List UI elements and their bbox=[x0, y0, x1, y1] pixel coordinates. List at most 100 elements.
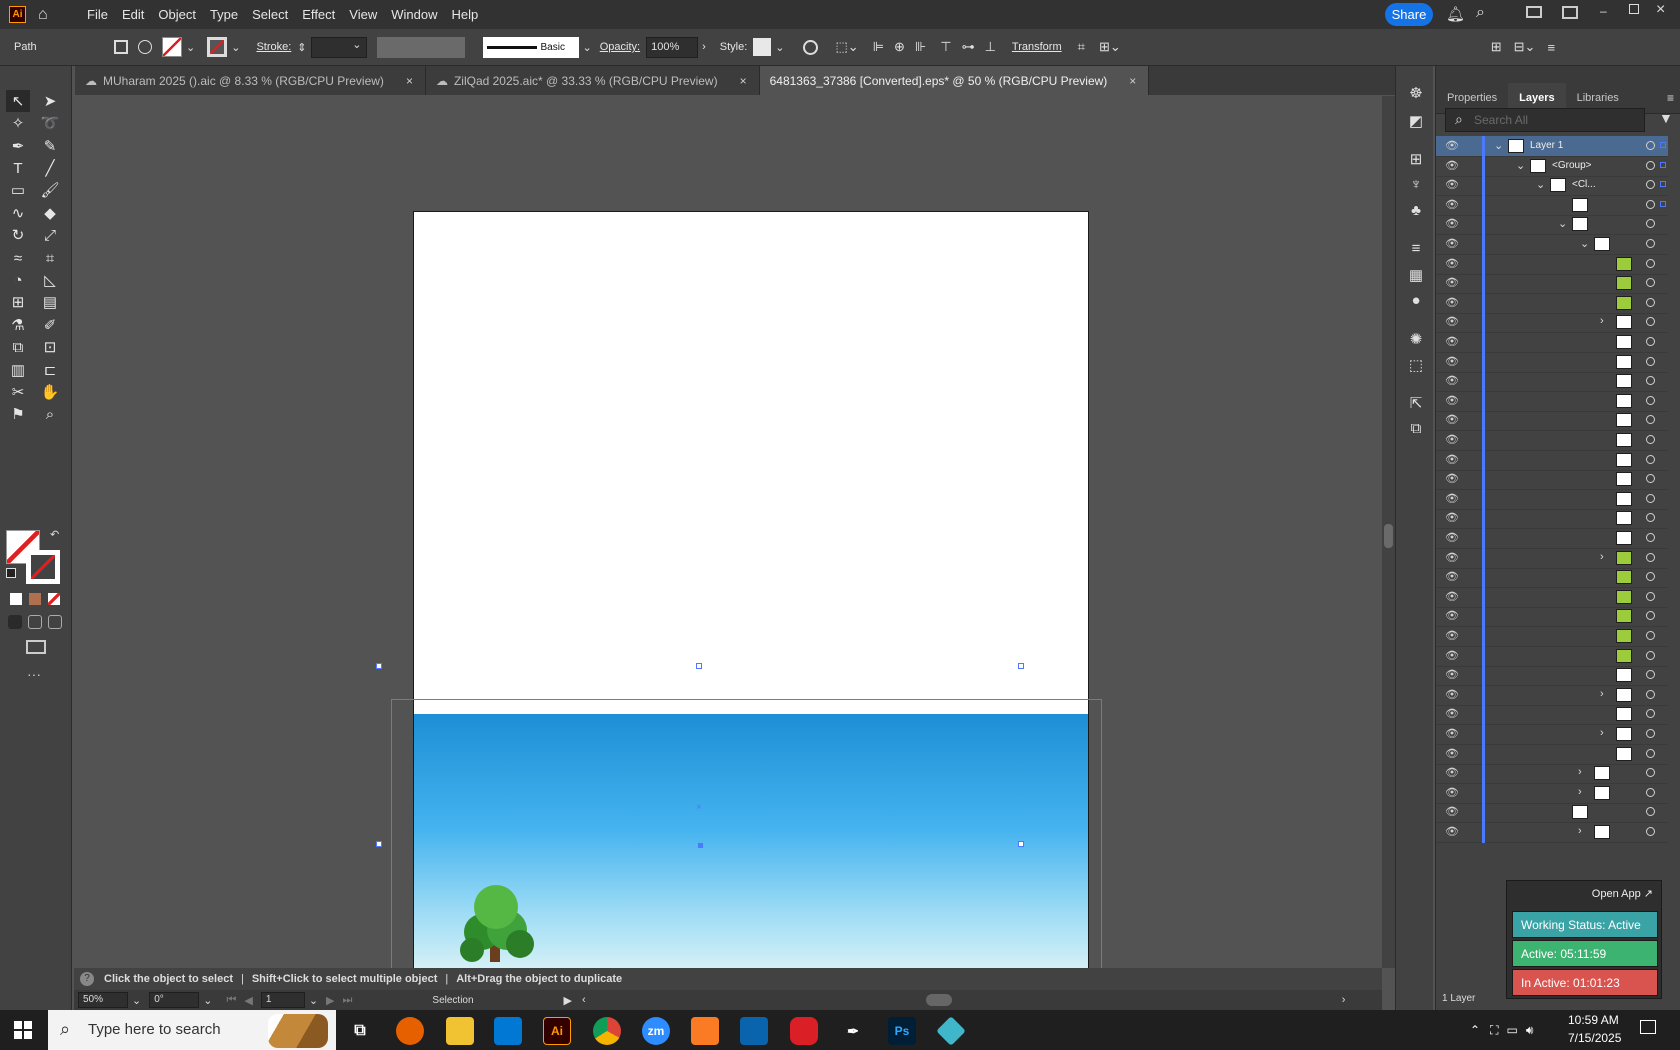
rectangle-tool-icon[interactable]: ▭ bbox=[6, 179, 30, 201]
hscroll-thumb[interactable] bbox=[925, 994, 952, 1006]
task-view-icon[interactable]: ⧉ bbox=[346, 1017, 374, 1045]
isolate-icon[interactable]: ⌗ bbox=[1078, 39, 1085, 55]
menu-type[interactable]: Type bbox=[203, 7, 245, 22]
menu-help[interactable]: Help bbox=[444, 7, 485, 22]
visibility-eye-icon[interactable]: 👁︎ bbox=[1445, 178, 1461, 191]
align-bottom-icon[interactable]: ⊥ bbox=[985, 39, 996, 55]
visibility-eye-icon[interactable]: 👁︎ bbox=[1445, 766, 1461, 779]
expand-chevron-icon[interactable]: › bbox=[1600, 551, 1604, 563]
target-circle-icon[interactable] bbox=[1646, 239, 1655, 248]
stroke-weight-field[interactable]: ⌄ bbox=[310, 36, 367, 58]
expand-chevron-icon[interactable]: ⌄ bbox=[1580, 237, 1589, 250]
draw-normal-icon[interactable] bbox=[8, 615, 22, 629]
target-circle-icon[interactable] bbox=[1646, 768, 1655, 778]
expand-chevron-icon[interactable]: › bbox=[1600, 727, 1604, 739]
target-circle-icon[interactable] bbox=[1646, 160, 1655, 170]
transform-handle-icon[interactable] bbox=[114, 40, 128, 54]
layer-row[interactable]: 👁︎ bbox=[1436, 488, 1668, 510]
workspace-icon[interactable] bbox=[1562, 6, 1578, 19]
visibility-eye-icon[interactable]: 👁︎ bbox=[1445, 492, 1461, 505]
outlook-icon[interactable] bbox=[740, 1017, 768, 1045]
layer-row[interactable]: 👁︎ bbox=[1436, 332, 1668, 353]
target-circle-icon[interactable] bbox=[1646, 317, 1655, 327]
align-to-icon[interactable]: ⬚⌄ bbox=[836, 39, 859, 55]
visibility-eye-icon[interactable]: 👁︎ bbox=[1445, 609, 1461, 622]
scale-tool-icon[interactable]: ⤢ bbox=[38, 224, 62, 246]
appearance-icon[interactable]: ☸ bbox=[1406, 84, 1426, 102]
prev-artboard-icon[interactable]: ◀ bbox=[244, 994, 252, 1007]
visibility-eye-icon[interactable]: 👁︎ bbox=[1445, 355, 1461, 368]
layer-row[interactable]: 👁︎ bbox=[1436, 645, 1668, 667]
layer-row[interactable]: 👁︎ ⌄ <Group> bbox=[1436, 155, 1668, 177]
fill-swatch[interactable] bbox=[162, 37, 182, 57]
scroll-thumb[interactable] bbox=[1384, 524, 1393, 548]
direct-selection-tool-icon[interactable]: ➤ bbox=[38, 90, 62, 112]
pen-tool-icon[interactable]: ✒ bbox=[6, 135, 30, 157]
target-circle-icon[interactable] bbox=[1646, 787, 1655, 797]
target-circle-icon[interactable] bbox=[1646, 572, 1655, 582]
target-circle-icon[interactable] bbox=[1646, 689, 1655, 699]
layer-row[interactable]: 👁︎ › bbox=[1436, 782, 1668, 804]
zoom-app-icon[interactable]: zm bbox=[642, 1017, 670, 1045]
filter-icon[interactable]: ▼ bbox=[1659, 110, 1673, 126]
layer-row[interactable]: 👁︎ bbox=[1436, 194, 1668, 216]
align-right-icon[interactable]: ⊪ bbox=[915, 39, 926, 55]
align-left-icon[interactable]: ⊫ bbox=[873, 39, 884, 55]
visibility-eye-icon[interactable]: 👁︎ bbox=[1445, 394, 1461, 407]
layer-row[interactable]: 👁︎ ⌄ bbox=[1436, 234, 1668, 255]
export-icon[interactable]: ⇱ bbox=[1406, 394, 1426, 412]
zoom-field[interactable]: 50% bbox=[78, 992, 128, 1008]
firefox-icon[interactable] bbox=[396, 1017, 424, 1045]
layer-row[interactable]: 👁︎ › bbox=[1436, 684, 1668, 706]
bell-icon[interactable]: 🔔︎ bbox=[1446, 5, 1465, 23]
artboard-number-field[interactable]: 1 bbox=[260, 992, 305, 1008]
tab-zilqad[interactable]: ☁ ZilQad 2025.aic* @ 33.33 % (RGB/CPU Pre… bbox=[425, 66, 760, 95]
target-circle-icon[interactable] bbox=[1646, 748, 1655, 758]
graph-tool-icon[interactable]: ▥ bbox=[6, 359, 30, 381]
draw-inside-icon[interactable] bbox=[48, 615, 62, 629]
scroll-left-icon[interactable]: ‹ bbox=[582, 994, 586, 1006]
layer-row[interactable]: 👁︎ bbox=[1436, 508, 1668, 530]
target-icon[interactable] bbox=[138, 40, 152, 54]
layer-row[interactable]: 👁︎ › bbox=[1436, 763, 1668, 785]
visibility-eye-icon[interactable]: 👁︎ bbox=[1445, 217, 1461, 230]
visibility-eye-icon[interactable]: 👁︎ bbox=[1445, 805, 1461, 818]
target-circle-icon[interactable] bbox=[1646, 827, 1655, 836]
puppet-warp-icon[interactable]: ⚑ bbox=[6, 403, 30, 425]
illustrator-taskbar-icon[interactable]: Ai bbox=[543, 1017, 571, 1045]
target-circle-icon[interactable] bbox=[1646, 709, 1655, 719]
rotate-tool-icon[interactable]: ↻ bbox=[6, 224, 30, 246]
target-circle-icon[interactable] bbox=[1646, 807, 1655, 817]
brush-dropdown-icon[interactable]: ⌄ bbox=[583, 41, 592, 54]
menu-icon[interactable]: ≡ bbox=[1547, 40, 1555, 55]
target-circle-icon[interactable] bbox=[1646, 278, 1655, 288]
xampp-icon[interactable] bbox=[691, 1017, 719, 1045]
first-artboard-icon[interactable]: ⏮ bbox=[226, 994, 236, 1007]
artboard-tool-icon[interactable]: ⊏ bbox=[38, 359, 62, 381]
zoom-dropdown-icon[interactable]: ⌄ bbox=[132, 994, 141, 1007]
visibility-eye-icon[interactable]: 👁︎ bbox=[1445, 570, 1461, 583]
perspective-grid-icon[interactable]: ◺ bbox=[38, 269, 62, 291]
brush-definition-field[interactable]: Basic bbox=[482, 36, 579, 58]
artboards-panel-icon[interactable]: ⧉ bbox=[1406, 420, 1426, 438]
layer-row[interactable]: 👁︎ bbox=[1436, 253, 1668, 275]
layer-row[interactable]: 👁︎ › bbox=[1436, 547, 1668, 569]
menu-view[interactable]: View bbox=[342, 7, 384, 22]
status-menu-icon[interactable]: ▶ bbox=[564, 994, 572, 1007]
menu-file[interactable]: File bbox=[80, 7, 115, 22]
layer-row[interactable]: 👁︎ bbox=[1436, 351, 1668, 373]
target-circle-icon[interactable] bbox=[1646, 435, 1655, 444]
next-artboard-icon[interactable]: ▶ bbox=[326, 994, 334, 1007]
target-circle-icon[interactable] bbox=[1646, 631, 1655, 640]
mesh-tool-icon[interactable]: ⊞ bbox=[6, 291, 30, 313]
graphic-styles-icon[interactable]: ◩ bbox=[1406, 112, 1426, 130]
layer-row[interactable]: 👁︎ bbox=[1436, 292, 1668, 314]
photoshop-taskbar-icon[interactable]: Ps bbox=[888, 1017, 916, 1045]
visibility-eye-icon[interactable]: 👁︎ bbox=[1445, 433, 1461, 446]
gradient-tool-icon[interactable]: ▤ bbox=[38, 291, 62, 313]
expand-chevron-icon[interactable]: › bbox=[1578, 766, 1582, 778]
stroke-color-box[interactable] bbox=[26, 550, 60, 584]
target-circle-icon[interactable] bbox=[1646, 552, 1655, 562]
type-tool-icon[interactable]: T bbox=[6, 157, 30, 179]
target-circle-icon[interactable] bbox=[1646, 141, 1655, 150]
